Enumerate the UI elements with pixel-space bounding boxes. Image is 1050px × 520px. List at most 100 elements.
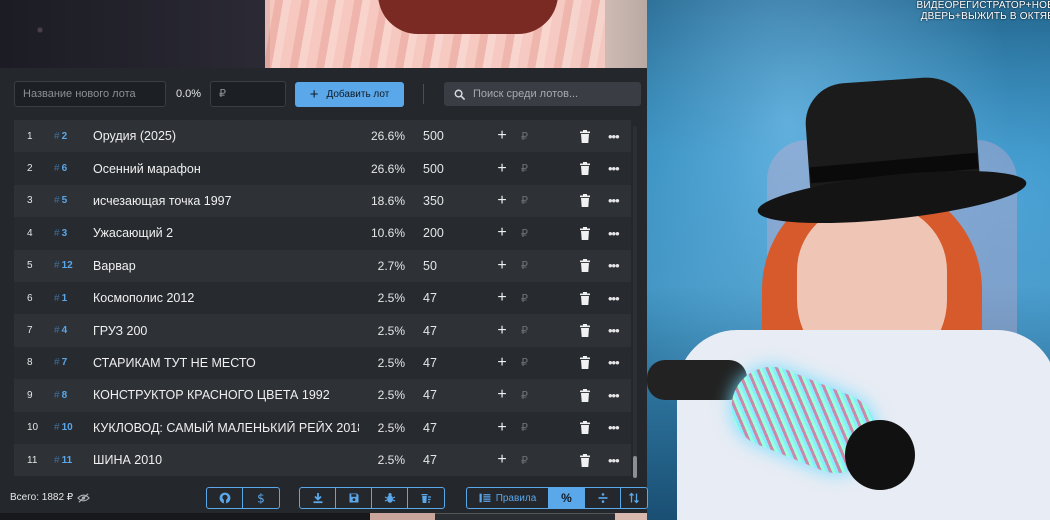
lot-row[interactable]: 8 #7 СТАРИКАМ ТУТ НЕ МЕСТО 2.5% 47 + ₽ •… <box>14 346 631 380</box>
lot-search[interactable] <box>444 82 641 106</box>
new-lot-name-input[interactable] <box>14 81 166 107</box>
trash-icon[interactable] <box>579 388 591 402</box>
lot-percent: 2.5% <box>377 453 405 468</box>
lot-add-amount-button[interactable]: + <box>495 451 509 468</box>
lot-more-button[interactable]: ••• <box>608 420 620 435</box>
trash-icon[interactable] <box>579 291 591 305</box>
lot-name[interactable]: ШИНА 2010 <box>93 453 359 467</box>
save-button[interactable] <box>336 488 372 508</box>
download-button[interactable] <box>300 488 336 508</box>
lot-amount[interactable]: 47 <box>423 356 437 370</box>
lot-rub-input[interactable]: ₽ <box>521 389 528 402</box>
lot-name[interactable]: СТАРИКАМ ТУТ НЕ МЕСТО <box>93 356 359 370</box>
github-button[interactable] <box>207 488 243 508</box>
lot-search-input[interactable] <box>473 88 633 100</box>
hash-icon: # <box>54 130 60 142</box>
lot-rub-input[interactable]: ₽ <box>521 356 528 369</box>
lot-more-button[interactable]: ••• <box>608 291 620 306</box>
lot-add-amount-button[interactable]: + <box>495 386 509 403</box>
lot-amount[interactable]: 500 <box>423 162 444 176</box>
lot-more-button[interactable]: ••• <box>608 161 620 176</box>
trash-icon[interactable] <box>579 226 591 240</box>
trash-icon[interactable] <box>579 324 591 338</box>
lot-id-badge: #11 <box>54 455 80 466</box>
lot-row[interactable]: 4 #3 Ужасающий 2 10.6% 200 + ₽ ••• <box>14 217 631 250</box>
lot-amount[interactable]: 500 <box>423 129 444 143</box>
lot-more-button[interactable]: ••• <box>608 323 620 338</box>
hash-icon: # <box>54 195 60 207</box>
trash-icon[interactable] <box>579 356 591 370</box>
lot-add-amount-button[interactable]: + <box>495 127 509 144</box>
lot-name[interactable]: КУКЛОВОД: САМЫЙ МАЛЕНЬКИЙ РЕЙХ 2018 <box>93 421 359 435</box>
lot-rub-input[interactable]: ₽ <box>521 130 528 143</box>
lot-more-button[interactable]: ••• <box>608 355 620 370</box>
lot-more-button[interactable]: ••• <box>608 388 620 403</box>
lot-more-button[interactable]: ••• <box>608 129 620 144</box>
trash-icon[interactable] <box>579 162 591 176</box>
lot-more-button[interactable]: ••• <box>608 258 620 273</box>
eye-off-icon[interactable] <box>77 492 91 503</box>
trash-icon[interactable] <box>579 129 591 143</box>
lot-rub-input[interactable]: ₽ <box>521 227 528 240</box>
lot-name[interactable]: Ужасающий 2 <box>93 226 359 240</box>
lot-amount[interactable]: 350 <box>423 194 444 208</box>
trash-icon[interactable] <box>579 453 591 467</box>
lot-rub-input[interactable]: ₽ <box>521 194 528 207</box>
lot-row[interactable]: 9 #8 КОНСТРУКТОР КРАСНОГО ЦВЕТА 1992 2.5… <box>14 379 631 412</box>
divide-mode-button[interactable] <box>585 488 621 508</box>
lot-add-amount-button[interactable]: + <box>495 419 509 436</box>
lot-add-amount-button[interactable]: + <box>495 322 509 339</box>
percent-mode-button[interactable]: % <box>549 488 585 508</box>
lot-add-amount-button[interactable]: + <box>495 257 509 274</box>
lot-add-amount-button[interactable]: + <box>495 289 509 306</box>
lot-amount[interactable]: 47 <box>423 324 437 338</box>
trash-icon[interactable] <box>579 259 591 273</box>
lot-rub-input[interactable]: ₽ <box>521 324 528 337</box>
debug-button[interactable] <box>372 488 408 508</box>
clear-lots-button[interactable] <box>408 488 444 508</box>
new-lot-amount-input[interactable] <box>210 81 286 107</box>
lot-amount[interactable]: 47 <box>423 291 437 305</box>
rules-button[interactable]: Правила <box>467 488 549 508</box>
add-lot-button[interactable]: + Добавить лот <box>295 82 404 107</box>
lot-add-amount-button[interactable]: + <box>495 160 509 177</box>
lot-row[interactable]: 10 #10 КУКЛОВОД: САМЫЙ МАЛЕНЬКИЙ РЕЙХ 20… <box>14 411 631 444</box>
lot-add-amount-button[interactable]: + <box>495 192 509 209</box>
lot-row[interactable]: 7 #4 ГРУЗ 200 2.5% 47 + ₽ ••• <box>14 314 631 347</box>
lot-amount[interactable]: 47 <box>423 421 437 435</box>
lot-list-scrollbar-thumb[interactable] <box>633 456 637 478</box>
lot-percent: 10.6% <box>370 226 405 241</box>
lot-amount[interactable]: 200 <box>423 226 444 240</box>
lot-name[interactable]: исчезающая точка 1997 <box>93 194 359 208</box>
lot-rub-input[interactable]: ₽ <box>521 292 528 305</box>
lot-row[interactable]: 3 #5 исчезающая точка 1997 18.6% 350 + ₽… <box>14 184 631 218</box>
lot-add-amount-button[interactable]: + <box>495 224 509 241</box>
lot-list-scrollbar[interactable] <box>633 126 637 478</box>
lot-row[interactable]: 1 #2 Орудия (2025) 26.6% 500 + ₽ ••• <box>14 120 631 153</box>
lot-add-amount-button[interactable]: + <box>495 354 509 371</box>
trash-icon[interactable] <box>579 194 591 208</box>
lot-more-button[interactable]: ••• <box>608 193 620 208</box>
lot-rub-input[interactable]: ₽ <box>521 259 528 272</box>
lot-name[interactable]: Осенний марафон <box>93 162 359 176</box>
lot-rub-input[interactable]: ₽ <box>521 162 528 175</box>
lot-row[interactable]: 2 #6 Осенний марафон 26.6% 500 + ₽ ••• <box>14 152 631 185</box>
trash-icon[interactable] <box>579 421 591 435</box>
lot-name[interactable]: КОНСТРУКТОР КРАСНОГО ЦВЕТА 1992 <box>93 388 359 402</box>
lot-amount[interactable]: 50 <box>423 259 437 273</box>
lot-row[interactable]: 6 #1 Космополис 2012 2.5% 47 + ₽ ••• <box>14 281 631 315</box>
sort-button[interactable] <box>621 488 647 508</box>
lot-rub-input[interactable]: ₽ <box>521 454 528 467</box>
lot-row[interactable]: 5 #12 Варвар 2.7% 50 + ₽ ••• <box>14 249 631 282</box>
lot-name[interactable]: Орудия (2025) <box>93 129 359 143</box>
lot-amount[interactable]: 47 <box>423 453 437 467</box>
lot-name[interactable]: Варвар <box>93 259 359 273</box>
lot-row[interactable]: 11 #11 ШИНА 2010 2.5% 47 + ₽ ••• <box>14 443 631 477</box>
lot-more-button[interactable]: ••• <box>608 453 620 468</box>
donate-button[interactable]: $ <box>243 488 279 508</box>
lot-rub-input[interactable]: ₽ <box>521 421 528 434</box>
lot-name[interactable]: Космополис 2012 <box>93 291 359 305</box>
lot-name[interactable]: ГРУЗ 200 <box>93 324 359 338</box>
lot-more-button[interactable]: ••• <box>608 226 620 241</box>
lot-amount[interactable]: 47 <box>423 388 437 402</box>
